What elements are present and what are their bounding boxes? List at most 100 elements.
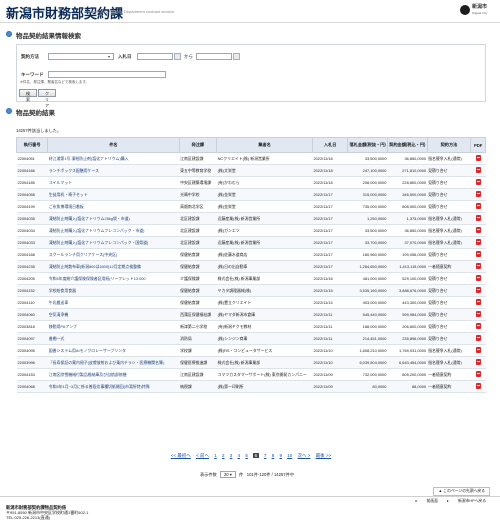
results-table: 執行番号 件名 発注課 業者名 入札日 落札金額(税抜・円) 契約金額(税込・円… [15,137,486,393]
page-link[interactable]: 10 [287,453,292,458]
search-button[interactable]: 検 索 [19,89,37,102]
next-page-link[interactable]: 次へ > [298,453,311,459]
item-name-cell[interactable]: 生徒用机・椅子セット [47,188,180,201]
pdf-link[interactable] [470,248,486,261]
exec-number-cell: 22004033 [16,236,48,249]
page-link[interactable]: 4 [238,453,241,458]
date-to-input[interactable] [196,53,232,60]
item-name-cell[interactable]: 空気清浄機 [47,308,180,321]
clear-button[interactable]: クリア [38,89,56,108]
item-name-cell[interactable]: ご糸魚博環境日着板 [47,200,180,213]
item-name-cell[interactable]: 令和5年1月~3月に係る普段炊事種切紙開回(市湯所特)特殊 [47,380,180,393]
pdf-link[interactable] [470,260,486,273]
bid-date-cell: 2022/11/14 [312,296,348,309]
per-page-select[interactable]: 20 ▾ [219,471,236,478]
pdf-link[interactable] [470,284,486,297]
item-name-cell[interactable]: 図書システム用AIモノクロレーザープリンタ [47,344,180,357]
pdf-icon[interactable] [475,275,481,281]
page-link[interactable]: 3 [230,453,233,458]
city-hp-link[interactable]: ▸ 新潟市HPへ戻る [447,499,486,503]
pdf-icon[interactable] [475,227,481,233]
pdf-link[interactable] [470,212,486,225]
pdf-link[interactable] [470,236,486,249]
pdf-icon[interactable] [475,155,481,161]
page-link[interactable]: 2 [222,453,225,458]
keyword-input[interactable] [48,71,166,78]
pdf-link[interactable] [470,272,486,285]
page-link[interactable]: 7 [264,453,267,458]
ordering-dept-cell: 保健給食課 [179,284,217,297]
item-name-cell[interactable]: 「長寿保証の案内冊子(皮膚放射および乗内チラシ・医療機関名簿」 [47,356,180,369]
pdf-icon[interactable] [475,299,481,305]
calendar-icon[interactable] [233,53,240,60]
calendar-icon[interactable] [174,53,181,60]
pdf-link[interactable] [470,188,486,201]
pdf-icon[interactable] [475,287,481,293]
item-name-cell[interactable]: 学校給食用食器 [47,284,180,297]
pdf-link[interactable] [470,224,486,237]
pdf-icon[interactable] [475,239,481,245]
contract-amount-cell: 1,413,115,0000 [387,260,428,273]
keyword-label: キーワード [21,72,44,77]
pdf-icon[interactable] [475,383,481,389]
back-to-top-link[interactable]: ▲ このページの先頭へ戻る [433,487,490,496]
pdf-icon[interactable] [475,311,481,317]
pdf-link[interactable] [470,368,486,381]
pdf-link[interactable] [470,356,486,369]
pdf-icon[interactable] [475,251,481,257]
pdf-icon[interactable] [475,347,481,353]
ordering-dept-cell: 介護保険課 [179,272,217,285]
method-select[interactable] [48,53,114,60]
ordering-dept-cell: 江南区建設課 [179,152,217,165]
item-name-cell[interactable]: 江南区除雪機械付製品格納庫及び自航部修繕 [47,368,180,381]
table-row: 22004235 凍結防止剤散布車(新潟800は1600)12月定期点検整備 保健給… [16,260,486,273]
item-name-cell[interactable]: 令和5年度総介護保険保険者証用紙(リーフレット13,000 [47,272,180,285]
pdf-icon[interactable] [475,203,481,209]
ordering-dept-cell: 高畑南北学区 [179,200,217,213]
pdf-icon[interactable] [475,215,481,221]
item-name-cell[interactable]: 凍結防止剤購入(塩化ナトリウム25kg袋・市道) [47,212,180,225]
date-from-input[interactable] [137,53,173,60]
page-link[interactable]: 5 [245,453,248,458]
item-name-cell[interactable]: スクールランチ用クリアケース(中央区) [47,248,180,261]
first-page-link[interactable]: << 最初へ [171,453,191,459]
item-name-cell[interactable]: コイルマット [47,176,180,189]
item-name-cell[interactable]: 午乳搬送車 [47,296,180,309]
pdf-icon[interactable] [475,359,481,365]
pdf-link[interactable] [470,200,486,213]
item-name-cell[interactable]: 凍結防止剤購入(塩化ナトリウムフレコンパック・市道) [47,224,180,237]
pdf-icon[interactable] [475,371,481,377]
previous-screen-link[interactable]: ▸ 前画面 [416,499,438,503]
city-logo[interactable]: 新潟市 Niigata City [460,4,494,20]
item-name-cell[interactable]: 凍結防止剤散布車(新潟800は1600)12月定期点検整備 [47,260,180,273]
contract-amount-cell: 206,800,0000 [387,320,428,333]
page-link[interactable]: 1 [214,453,217,458]
pdf-link[interactable] [470,164,486,177]
pdf-link[interactable] [470,152,486,165]
pdf-icon[interactable] [475,263,481,269]
item-name-cell[interactable]: 書棚一式 [47,332,180,345]
page-link[interactable]: 8 [272,453,275,458]
pdf-link[interactable] [470,308,486,321]
pdf-icon[interactable] [475,335,481,341]
item-name-cell[interactable]: 材江浦第1号 凍結防止剤(塩化ナトリウム)購入 [47,152,180,165]
contract-method-cell: 指名競争入札(通常) [427,344,471,357]
last-page-link[interactable]: 最後 >> [316,453,332,459]
pdf-link[interactable] [470,344,486,357]
pdf-link[interactable] [470,332,486,345]
pdf-icon[interactable] [475,179,481,185]
pdf-link[interactable] [470,176,486,189]
page-link[interactable]: 9 [279,453,282,458]
pdf-link[interactable] [470,296,486,309]
item-name-cell[interactable]: 移動用PAアンプ [47,320,180,333]
pdf-link[interactable] [470,380,486,393]
prev-page-link[interactable]: < 前へ [196,453,209,459]
pdf-icon[interactable] [475,191,481,197]
contract-method-cell: 指名競争入札(通常) [427,236,471,249]
exec-number-cell: 22004097 [16,332,48,345]
pdf-icon[interactable] [475,323,481,329]
item-name-cell[interactable]: 凍結防止剤購入(塩化ナトリウムフレコンパック・国県道) [47,236,180,249]
pdf-icon[interactable] [475,167,481,173]
pdf-link[interactable] [470,320,486,333]
item-name-cell[interactable]: ランチボックス配膳用ケース [47,164,180,177]
